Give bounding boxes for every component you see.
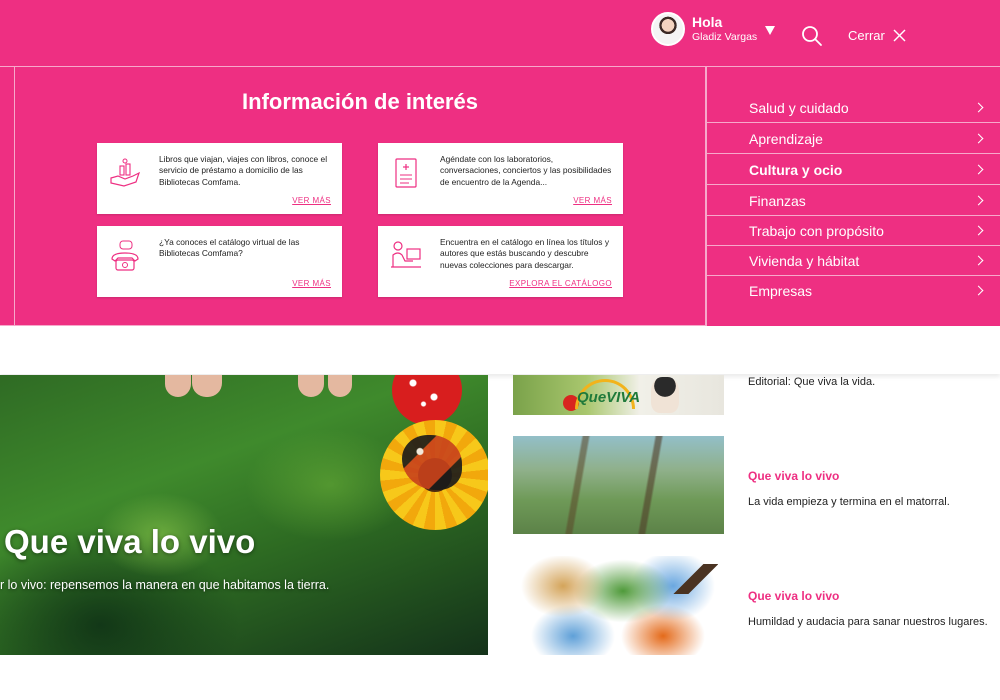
article-description[interactable]: Humildad y audacia para sanar nuestros l…	[748, 616, 988, 628]
card-text: Libros que viajan, viajes con libros, co…	[159, 154, 328, 187]
close-icon[interactable]	[893, 29, 906, 42]
category-label: Salud y cuidado	[749, 100, 849, 116]
user-text: Hola Gladiz Vargas	[692, 15, 757, 43]
category-label: Finanzas	[749, 193, 806, 209]
user-name: Gladiz Vargas	[692, 31, 758, 44]
hero-image-detail	[392, 375, 462, 425]
chevron-right-icon	[973, 164, 984, 175]
category-item-finanzas[interactable]: Finanzas	[707, 186, 1000, 216]
thumbnail-logo-text: QueVIVA	[577, 389, 641, 406]
chevron-right-icon	[973, 285, 984, 296]
article-description[interactable]: La vida empieza y termina en el matorral…	[748, 496, 950, 508]
category-label: Empresas	[749, 283, 813, 299]
ver-mas-link[interactable]: VER MÁS	[573, 196, 612, 205]
ver-mas-link[interactable]: VER MÁS	[292, 196, 331, 205]
divider	[14, 67, 15, 326]
info-title: Información de interés	[242, 89, 478, 114]
avatar[interactable]	[651, 12, 685, 46]
article-category[interactable]: Que viva lo vivo	[748, 589, 839, 603]
chevron-right-icon	[973, 255, 984, 266]
article-thumbnail[interactable]	[513, 436, 724, 534]
close-button[interactable]: Cerrar	[848, 28, 906, 43]
article-thumbnail[interactable]: QueVIVA	[513, 375, 724, 415]
search-icon[interactable]	[800, 24, 824, 48]
category-label: Vivienda y hábitat	[749, 253, 860, 269]
article-category[interactable]: Que viva lo vivo	[748, 469, 839, 483]
close-label: Cerrar	[848, 28, 885, 43]
category-item-salud[interactable]: Salud y cuidado	[707, 93, 1000, 123]
category-item-trabajo[interactable]: Trabajo con propósito	[707, 216, 1000, 246]
caret-down-icon[interactable]	[765, 25, 776, 35]
article-description[interactable]: Editorial: Que viva la vida.	[748, 376, 875, 388]
phone-chat-icon	[111, 240, 139, 271]
hero-image-detail	[192, 375, 222, 397]
card-text: Encuentra en el catálogo en línea los tí…	[440, 237, 610, 270]
category-item-vivienda[interactable]: Vivienda y hábitat	[707, 246, 1000, 276]
menu-shadow-strip	[0, 326, 1000, 374]
hand-books-icon	[110, 158, 141, 187]
info-card-online-catalog[interactable]: Encuentra en el catálogo en línea los tí…	[378, 226, 623, 297]
hero-title[interactable]: Que viva lo vivo	[4, 523, 255, 561]
info-card-virtual-catalog[interactable]: ¿Ya conoces el catálogo virtual de las B…	[97, 226, 342, 297]
person-laptop-icon	[391, 241, 421, 268]
chevron-right-icon	[973, 133, 984, 144]
chevron-right-icon	[973, 195, 984, 206]
category-label: Cultura y ocio	[749, 162, 843, 178]
user-menu[interactable]: Hola Gladiz Vargas	[651, 12, 776, 46]
category-menu: Salud y cuidado Aprendizaje Cultura y oc…	[705, 67, 1000, 326]
category-label: Aprendizaje	[749, 131, 823, 147]
hero-subtitle: r lo vivo: repensemos la manera en que h…	[0, 578, 330, 592]
hero-image-detail	[298, 375, 324, 397]
chevron-right-icon	[973, 102, 984, 113]
category-item-cultura[interactable]: Cultura y ocio	[707, 155, 1000, 185]
search-button[interactable]	[800, 24, 824, 48]
ver-mas-link[interactable]: VER MÁS	[292, 279, 331, 288]
category-item-empresas[interactable]: Empresas	[707, 276, 1000, 306]
card-text: ¿Ya conoces el catálogo virtual de las B…	[159, 237, 300, 259]
thumbnail-detail	[651, 377, 679, 413]
explore-catalog-link[interactable]: EXPLORA EL CATÁLOGO	[509, 279, 612, 288]
greeting: Hola	[692, 14, 723, 31]
hero-image-detail	[165, 375, 191, 397]
chevron-right-icon	[973, 225, 984, 236]
info-card-home-loans[interactable]: Libros que viajan, viajes con libros, co…	[97, 143, 342, 214]
hero-banner[interactable]: Que viva lo vivo r lo vivo: repensemos l…	[0, 375, 488, 655]
article-thumbnail[interactable]	[513, 556, 724, 655]
category-item-aprendizaje[interactable]: Aprendizaje	[707, 124, 1000, 154]
thumbnail-detail	[673, 564, 718, 594]
category-label: Trabajo con propósito	[749, 223, 884, 239]
card-text: Agéndate con los laboratorios, conversac…	[440, 154, 612, 187]
page: Hola Gladiz Vargas Cerrar Información de…	[0, 0, 1000, 700]
document-icon	[395, 158, 417, 188]
hero-image-detail	[328, 375, 352, 397]
top-bar: Hola Gladiz Vargas Cerrar	[0, 0, 1000, 67]
info-card-agenda[interactable]: Agéndate con los laboratorios, conversac…	[378, 143, 623, 214]
